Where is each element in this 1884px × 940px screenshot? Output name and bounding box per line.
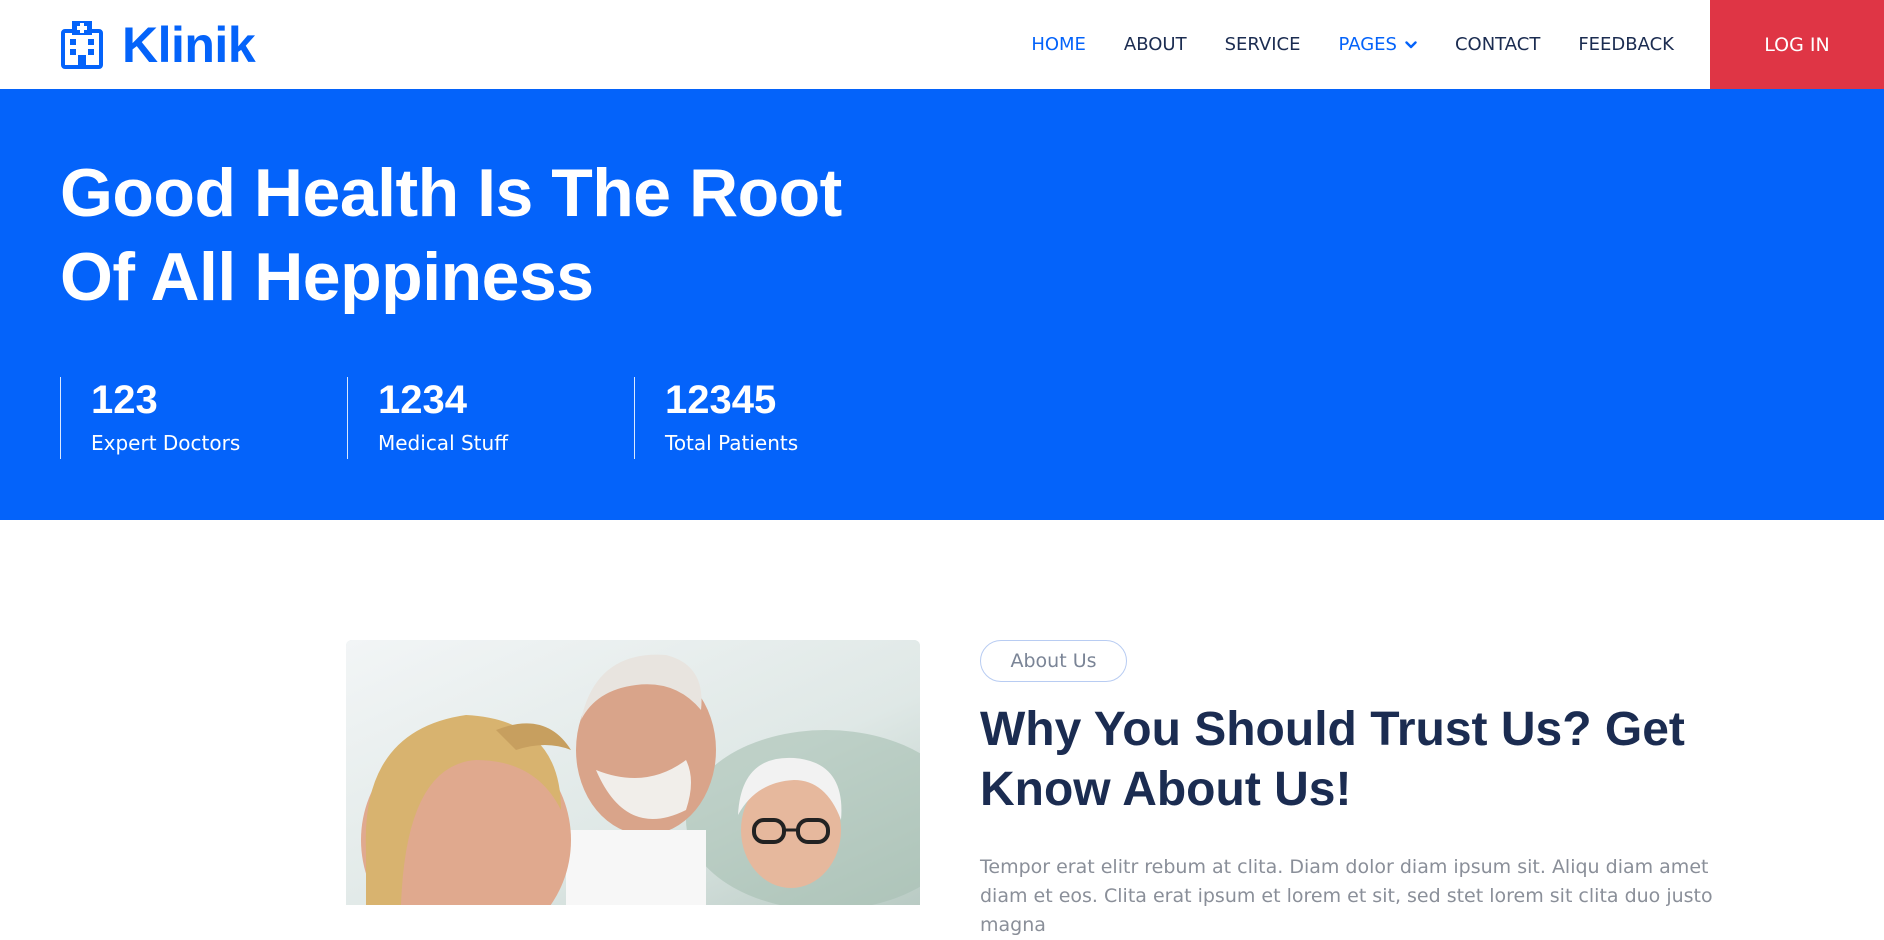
hero-section: Good Health Is The Root Of All Heppiness… [0,89,1884,520]
nav-item-service[interactable]: SERVICE [1225,34,1301,55]
nav-item-pages-label: PAGES [1338,34,1397,55]
about-photo [346,640,920,905]
hero-title: Good Health Is The Root Of All Heppiness [60,151,880,319]
nav-item-feedback[interactable]: FEEDBACK [1578,34,1674,55]
stat-label: Medical Stuff [378,431,508,455]
stat-value: 123 [91,378,158,422]
login-button[interactable]: LOG IN [1710,0,1884,89]
about-text: Tempor erat elitr rebum at clita. Diam d… [980,856,1713,936]
hospital-icon [60,17,104,73]
stat-medical-stuff: 1234 Medical Stuff [347,377,634,459]
nav-item-contact[interactable]: CONTACT [1455,34,1540,55]
navbar: Klinik HOME ABOUT SERVICE PAGES CONTACT … [0,0,1884,89]
about-title: Why You Should Trust Us? Get Know About … [980,700,1780,820]
nav-item-home[interactable]: HOME [1031,34,1086,55]
stat-value: 1234 [378,378,467,422]
stat-label: Total Patients [665,431,799,455]
stat-label: Expert Doctors [91,431,241,455]
hero-title-line1: Good Health Is The Root [60,155,842,231]
stat-expert-doctors: 123 Expert Doctors [60,377,347,459]
main-nav: HOME ABOUT SERVICE PAGES CONTACT FEEDBAC… [993,0,1674,89]
stat-total-patients: 12345 Total Patients [634,377,921,459]
nav-item-pages[interactable]: PAGES [1339,34,1417,55]
brand-link[interactable]: Klinik [60,0,256,89]
stats-row: 123 Expert Doctors 1234 Medical Stuff 12… [60,377,921,459]
about-title-line2: Know About Us! [980,763,1352,816]
brand-name: Klinik [122,16,256,73]
about-title-line1: Why You Should Trust Us? Get [980,703,1685,756]
hero-title-line2: Of All Heppiness [60,239,594,315]
stat-value: 12345 [665,378,777,422]
chevron-down-icon [1405,40,1417,50]
nav-item-about[interactable]: ABOUT [1124,34,1187,55]
about-pill: About Us [980,640,1127,682]
